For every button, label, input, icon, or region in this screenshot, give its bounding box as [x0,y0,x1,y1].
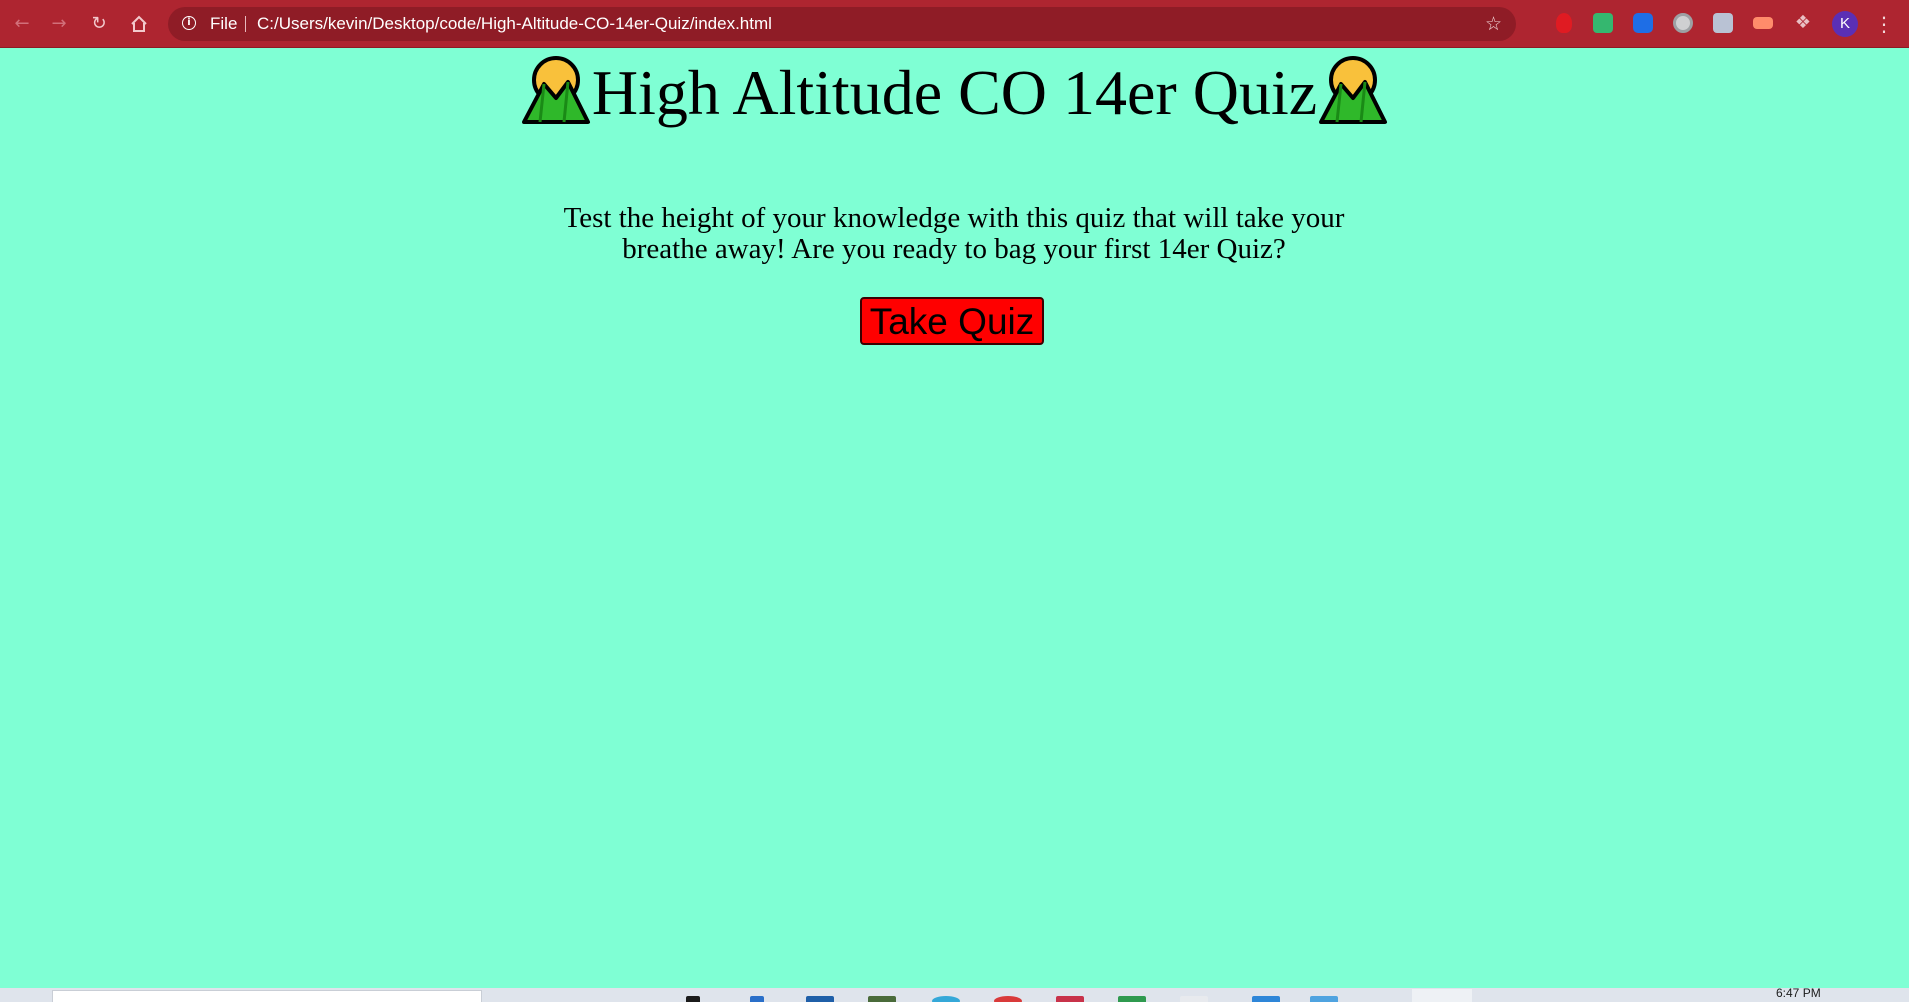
taskbar-app-icon[interactable] [806,996,834,1002]
arrow-left-icon: ← [14,13,30,34]
address-scheme: File [210,14,238,33]
taskbar-app-icon[interactable] [868,996,896,1002]
take-quiz-button[interactable]: Take Quiz [860,297,1044,345]
address-divider [245,16,246,32]
os-taskbar: 6:47 PM [0,988,1909,1002]
star-icon[interactable]: ☆ [1485,7,1502,41]
taskbar-app-icon[interactable] [932,996,960,1002]
taskbar-app-icon[interactable] [1180,996,1208,1002]
forward-button[interactable]: → [47,12,71,36]
home-icon [131,15,147,32]
green-extension-icon[interactable] [1593,13,1613,33]
kebab-menu-icon[interactable]: ⋮ [1874,12,1894,36]
taskbar-clock[interactable]: 6:47 PM [1776,988,1821,1000]
circle-extension-icon[interactable] [1673,13,1693,33]
sunrise-over-mountains-icon [1319,56,1388,124]
hand-stop-icon[interactable] [1556,13,1572,33]
blue-bookmark-extension-icon[interactable] [1633,13,1653,33]
address-bar[interactable]: i File C:/Users/kevin/Desktop/code/High-… [168,7,1516,41]
taskbar-app-icon[interactable] [1056,996,1084,1002]
taskbar-app-icon[interactable] [1118,996,1146,1002]
reload-icon: ↻ [91,13,107,34]
taskbar-search-box[interactable] [52,990,482,1002]
taskbar-app-icon[interactable] [750,996,764,1002]
taskbar-app-icon[interactable] [1310,996,1338,1002]
taskbar-active-app[interactable] [1412,989,1472,1002]
browser-toolbar: ← → ↻ i File C:/Users/kevin/Desktop/code… [0,0,1909,48]
info-icon[interactable]: i [182,16,196,30]
taskbar-app-icon[interactable] [686,996,700,1002]
reload-button[interactable]: ↻ [87,12,111,36]
quiz-tagline: Test the height of your knowledge with t… [563,202,1345,265]
home-button[interactable] [127,12,151,36]
taskbar-app-icon[interactable] [994,996,1022,1002]
taskbar-app-icon[interactable] [1252,996,1280,1002]
arrow-right-icon: → [51,13,67,34]
orange-extension-icon[interactable] [1753,17,1773,29]
k-extension-icon[interactable] [1713,13,1733,33]
back-button[interactable]: ← [10,12,34,36]
page-content: High Altitude CO 14er Quiz Test the heig… [0,48,1909,988]
page-title-row: High Altitude CO 14er Quiz [0,53,1909,133]
address-url[interactable]: C:/Users/kevin/Desktop/code/High-Altitud… [257,7,772,41]
profile-avatar[interactable]: K [1832,11,1858,37]
puzzle-icon[interactable]: ❖ [1793,13,1813,33]
page-title: High Altitude CO 14er Quiz [591,57,1318,128]
sunrise-over-mountains-icon [521,56,590,124]
